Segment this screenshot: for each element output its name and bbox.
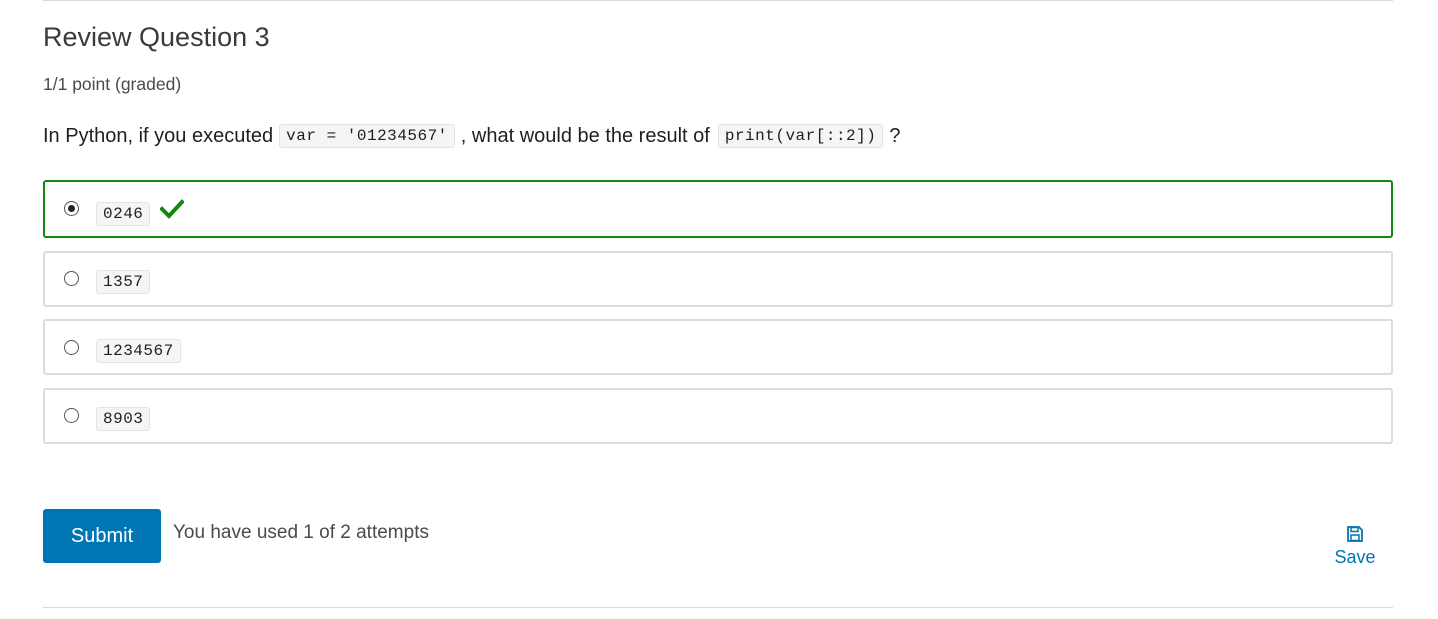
question-middle: , what would be the result of	[460, 124, 710, 147]
checkmark-icon	[159, 199, 185, 224]
question-suffix: ?	[889, 124, 901, 147]
question-prefix: In Python, if you executed	[43, 124, 274, 147]
problem-title: Review Question 3	[43, 22, 270, 52]
radio-button-selected[interactable]	[64, 201, 79, 216]
choice-0246[interactable]: 0246	[43, 180, 1393, 238]
submit-button[interactable]: Submit	[43, 509, 161, 563]
top-divider	[43, 0, 1393, 1]
radio-button[interactable]	[64, 340, 79, 355]
choice-label: 1234567	[96, 339, 181, 363]
choice-label: 8903	[96, 407, 151, 431]
choice-1357[interactable]: 1357	[43, 251, 1393, 307]
bottom-divider	[43, 607, 1393, 608]
attempts-text: You have used 1 of 2 attempts	[173, 522, 429, 543]
radio-button[interactable]	[64, 271, 79, 286]
question-code-print: print(var[::2])	[717, 124, 884, 148]
choice-label: 1357	[96, 270, 151, 294]
choice-8903[interactable]: 8903	[43, 388, 1393, 444]
save-button[interactable]: Save	[1320, 525, 1390, 568]
points-label: 1/1 point (graded)	[43, 74, 182, 94]
save-label: Save	[1334, 547, 1376, 567]
question-code-var: var = '01234567'	[279, 124, 455, 148]
choice-1234567[interactable]: 1234567	[43, 319, 1393, 375]
choice-label: 0246	[96, 202, 151, 226]
radio-button[interactable]	[64, 408, 79, 423]
question-text: In Python, if you executed var = '012345…	[43, 124, 900, 148]
floppy-disk-icon	[1346, 525, 1364, 543]
